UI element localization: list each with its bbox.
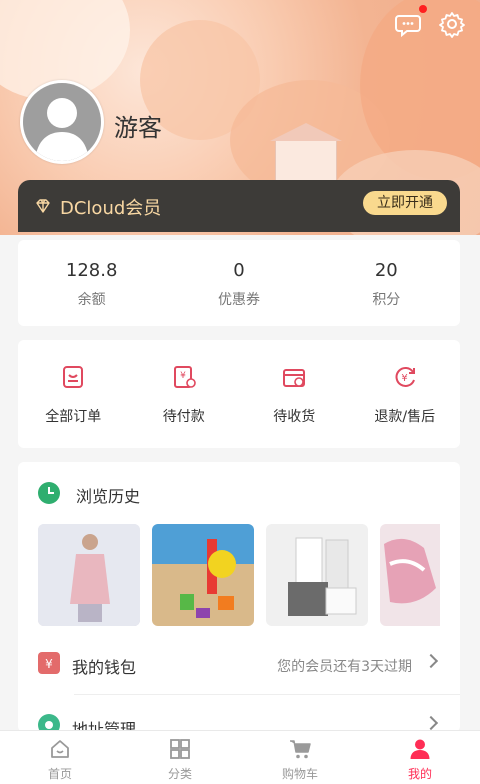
clock-icon [38, 482, 60, 504]
svg-text:¥: ¥ [401, 373, 407, 384]
orders-card: 全部订单 ¥ 待付款 待收货 ¥ 退款/售后 [18, 340, 460, 448]
order-label: 待收货 [273, 409, 316, 425]
tab-mine[interactable]: 我的 [360, 731, 480, 784]
divider [74, 694, 460, 695]
order-pending-payment[interactable]: ¥ 待付款 [129, 340, 240, 448]
tab-category[interactable]: 分类 [120, 731, 240, 784]
refund-icon: ¥ [395, 367, 415, 387]
tab-label: 购物车 [281, 767, 318, 781]
stat-value: 0 [233, 260, 245, 281]
stat-balance[interactable]: 128.8 余额 [18, 240, 165, 326]
tab-bar: 首页 分类 购物车 我的 [0, 730, 480, 784]
stat-value: 128.8 [65, 260, 118, 281]
order-refund[interactable]: ¥ 退款/售后 [350, 340, 461, 448]
wallet-title: 我的钱包 [72, 658, 137, 677]
tab-label: 分类 [167, 767, 192, 781]
vip-title: DCloud会员 [60, 198, 162, 219]
stat-label: 余额 [77, 292, 106, 308]
stat-value: 20 [374, 260, 398, 281]
diamond-icon [36, 199, 50, 213]
stat-label: 优惠券 [217, 292, 260, 308]
order-label: 全部订单 [45, 409, 102, 425]
stat-coupons[interactable]: 0 优惠券 [165, 240, 312, 326]
order-list-icon [63, 366, 84, 388]
open-vip-button[interactable]: 立即开通 [363, 191, 447, 215]
history-title: 浏览历史 [76, 487, 141, 506]
tab-home[interactable]: 首页 [0, 731, 120, 784]
wallet-row[interactable]: ¥ 我的钱包 您的会员还有3天过期 [18, 638, 460, 690]
product-image [380, 524, 440, 626]
user-icon [410, 739, 430, 759]
pending-receipt-icon [283, 369, 306, 387]
stat-label: 积分 [372, 292, 401, 308]
product-image [38, 524, 140, 626]
svg-text:¥: ¥ [180, 371, 186, 381]
history-card: 浏览历史 ¥ 我的钱包 您的会员还有3天过期 [18, 462, 460, 739]
home-icon [51, 740, 69, 758]
gear-icon[interactable] [438, 10, 466, 38]
tab-label: 首页 [47, 767, 72, 781]
chevron-right-icon [423, 715, 439, 731]
tab-label: 我的 [407, 767, 432, 781]
product-image [266, 524, 368, 626]
category-icon [170, 739, 190, 759]
chevron-right-icon [423, 653, 439, 669]
username[interactable]: 游客 [114, 108, 162, 143]
profile-header: 游客 DCloud会员 立即开通 [0, 0, 480, 235]
pending-payment-icon: ¥ [173, 366, 196, 388]
order-all[interactable]: 全部订单 [18, 340, 129, 448]
default-avatar-icon [23, 83, 101, 161]
order-label: 待付款 [162, 409, 205, 425]
tab-cart[interactable]: 购物车 [240, 731, 360, 784]
stat-points[interactable]: 20 积分 [313, 240, 460, 326]
wallet-icon: ¥ [38, 652, 60, 674]
cart-icon [290, 740, 311, 759]
notification-dot [419, 5, 427, 13]
svg-text:¥: ¥ [45, 657, 53, 671]
order-label: 退款/售后 [374, 409, 436, 425]
history-item[interactable] [152, 524, 254, 626]
order-pending-receipt[interactable]: 待收货 [239, 340, 350, 448]
history-item[interactable] [38, 524, 140, 626]
avatar[interactable] [20, 80, 104, 164]
history-item[interactable] [266, 524, 368, 626]
vip-banner: DCloud会员 立即开通 [18, 180, 460, 232]
stats-card: 128.8 余额 0 优惠券 20 积分 [18, 240, 460, 326]
product-image [152, 524, 254, 626]
wallet-tip: 您的会员还有3天过期 [277, 659, 412, 675]
history-item[interactable] [380, 524, 440, 626]
message-icon[interactable] [394, 10, 422, 38]
